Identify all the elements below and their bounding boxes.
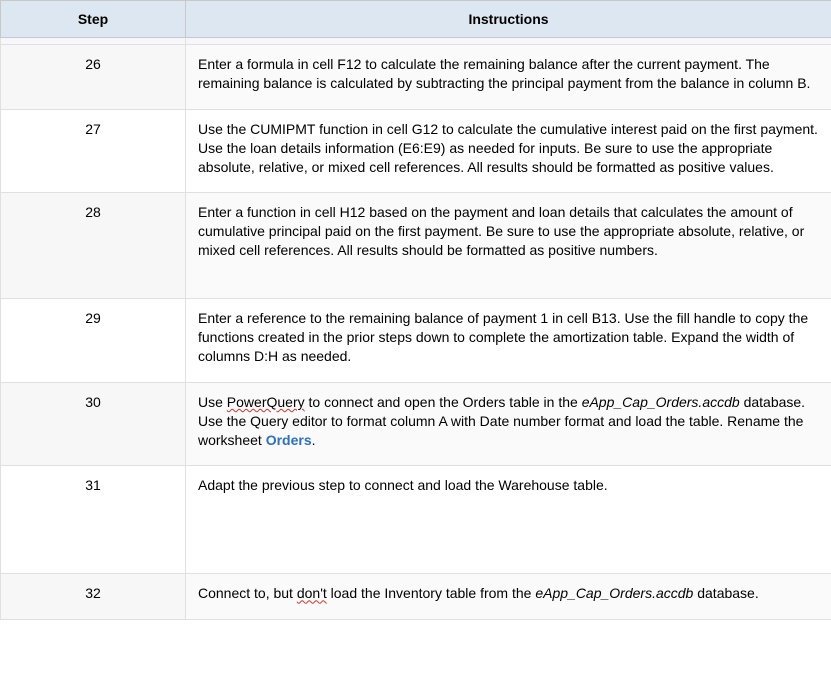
link-orders[interactable]: Orders xyxy=(266,432,312,448)
instruction-cell: Use PowerQuery to connect and open the O… xyxy=(186,382,831,466)
step-number: 26 xyxy=(1,45,186,110)
italic-filename: eApp_Cap_Orders.accdb xyxy=(535,585,693,601)
step-number: 32 xyxy=(1,574,186,620)
instructions-table: Step Instructions 26 Enter a formula in … xyxy=(0,0,831,620)
header-instructions: Instructions xyxy=(186,1,831,38)
step-number: 27 xyxy=(1,109,186,193)
instruction-cell: Enter a formula in cell F12 to calculate… xyxy=(186,45,831,110)
table-row: 31 Adapt the previous step to connect an… xyxy=(1,466,831,574)
header-row: Step Instructions xyxy=(1,1,831,38)
spellcheck-word: don't xyxy=(297,585,327,601)
table-row: 28 Enter a function in cell H12 based on… xyxy=(1,193,831,299)
step-number: 29 xyxy=(1,299,186,383)
italic-filename: eApp_Cap_Orders.accdb xyxy=(582,394,740,410)
instruction-cell: Adapt the previous step to connect and l… xyxy=(186,466,831,574)
step-number: 28 xyxy=(1,193,186,299)
table-row: 27 Use the CUMIPMT function in cell G12 … xyxy=(1,109,831,193)
spellcheck-word: PowerQuery xyxy=(227,394,305,410)
table-row: 30 Use PowerQuery to connect and open th… xyxy=(1,382,831,466)
instruction-cell: Enter a function in cell H12 based on th… xyxy=(186,193,831,299)
instruction-cell: Connect to, but don't load the Inventory… xyxy=(186,574,831,620)
step-number: 31 xyxy=(1,466,186,574)
instruction-cell: Enter a reference to the remaining balan… xyxy=(186,299,831,383)
table-row: 26 Enter a formula in cell F12 to calcul… xyxy=(1,45,831,110)
header-step: Step xyxy=(1,1,186,38)
instruction-cell: Use the CUMIPMT function in cell G12 to … xyxy=(186,109,831,193)
step-number: 30 xyxy=(1,382,186,466)
table-row: 29 Enter a reference to the remaining ba… xyxy=(1,299,831,383)
spacer-row xyxy=(1,38,831,45)
table-row: 32 Connect to, but don't load the Invent… xyxy=(1,574,831,620)
